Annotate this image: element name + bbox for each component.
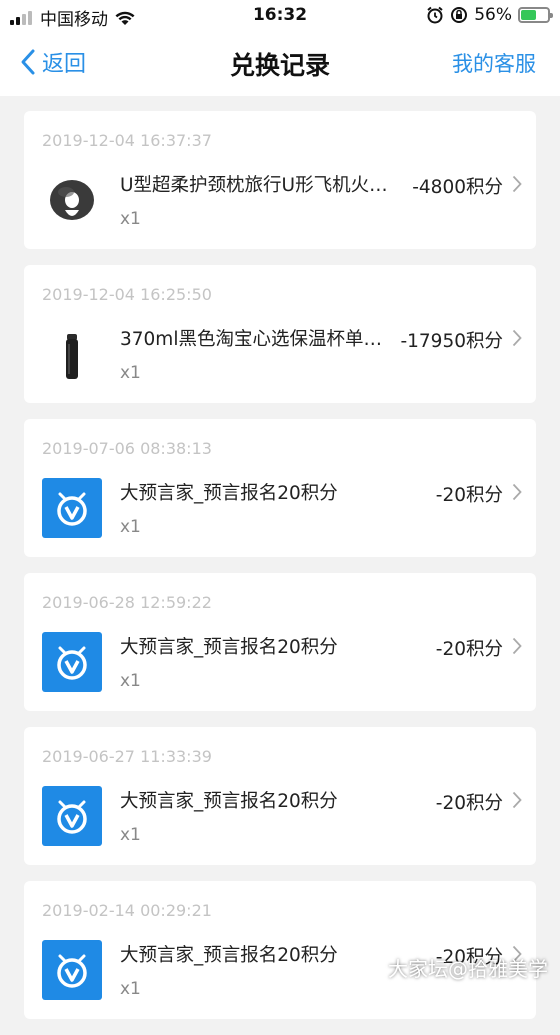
- record-date: 2019-06-28 12:59:22: [42, 593, 212, 612]
- battery-percent: 56%: [474, 5, 512, 25]
- record-title: 大预言家_预言报名20积分: [120, 787, 338, 813]
- record-points: -4800积分: [412, 173, 503, 199]
- record-quantity: x1: [120, 979, 141, 999]
- nav-bar: 返回 兑换记录 我的客服: [0, 30, 560, 96]
- thermos-cup-image: [42, 324, 102, 384]
- record-card[interactable]: 2019-06-28 12:59:22 大预言家_预言报名20积分 x1 -20…: [24, 573, 536, 711]
- record-card[interactable]: 2019-06-27 11:33:39 大预言家_预言报名20积分 x1 -20…: [24, 727, 536, 865]
- chevron-right-icon: [512, 329, 522, 347]
- record-date: 2019-02-14 00:29:21: [42, 901, 212, 920]
- record-date: 2019-06-27 11:33:39: [42, 747, 212, 766]
- record-quantity: x1: [120, 517, 141, 537]
- record-points: -20积分: [436, 635, 503, 661]
- battery-icon: [518, 7, 550, 23]
- back-button[interactable]: 返回: [20, 46, 86, 78]
- record-quantity: x1: [120, 825, 141, 845]
- record-card[interactable]: 2019-02-14 00:29:21 大预言家_预言报名20积分 x1 -20…: [24, 881, 536, 1019]
- chevron-right-icon: [512, 175, 522, 193]
- neck-pillow-image: [42, 170, 102, 230]
- exchange-record-list: 2019-12-04 16:37:37 U型超柔护颈枕旅行U形飞机火… x1 -…: [24, 111, 536, 1035]
- prophet-logo-icon: [42, 478, 102, 538]
- record-title: 370ml黑色淘宝心选保温杯单…: [120, 325, 382, 351]
- record-card[interactable]: 2019-07-06 08:38:13 大预言家_预言报名20积分 x1 -20…: [24, 419, 536, 557]
- status-right: 56%: [426, 5, 550, 25]
- record-title: 大预言家_预言报名20积分: [120, 941, 338, 967]
- orientation-lock-icon: [450, 6, 468, 24]
- record-quantity: x1: [120, 209, 141, 229]
- chevron-left-icon: [20, 48, 36, 76]
- record-date: 2019-12-04 16:37:37: [42, 131, 212, 150]
- back-label: 返回: [42, 46, 86, 78]
- alarm-icon: [426, 6, 444, 24]
- record-quantity: x1: [120, 671, 141, 691]
- record-quantity: x1: [120, 363, 141, 383]
- record-title: U型超柔护颈枕旅行U形飞机火…: [120, 171, 388, 197]
- chevron-right-icon: [512, 791, 522, 809]
- watermark-text: 大家坛@拾雅美学: [388, 953, 548, 982]
- record-points: -20积分: [436, 789, 503, 815]
- prophet-logo-icon: [42, 940, 102, 1000]
- status-bar: 中国移动 16:32 56%: [0, 0, 560, 30]
- record-points: -17950积分: [400, 327, 503, 353]
- record-title: 大预言家_预言报名20积分: [120, 633, 338, 659]
- record-date: 2019-12-04 16:25:50: [42, 285, 212, 304]
- customer-service-button[interactable]: 我的客服: [452, 48, 536, 78]
- record-points: -20积分: [436, 481, 503, 507]
- record-card[interactable]: 2019-12-04 16:25:50 370ml黑色淘宝心选保温杯单… x1 …: [24, 265, 536, 403]
- record-date: 2019-07-06 08:38:13: [42, 439, 212, 458]
- prophet-logo-icon: [42, 786, 102, 846]
- record-title: 大预言家_预言报名20积分: [120, 479, 338, 505]
- prophet-logo-icon: [42, 632, 102, 692]
- chevron-right-icon: [512, 637, 522, 655]
- record-card[interactable]: 2019-12-04 16:37:37 U型超柔护颈枕旅行U形飞机火… x1 -…: [24, 111, 536, 249]
- chevron-right-icon: [512, 483, 522, 501]
